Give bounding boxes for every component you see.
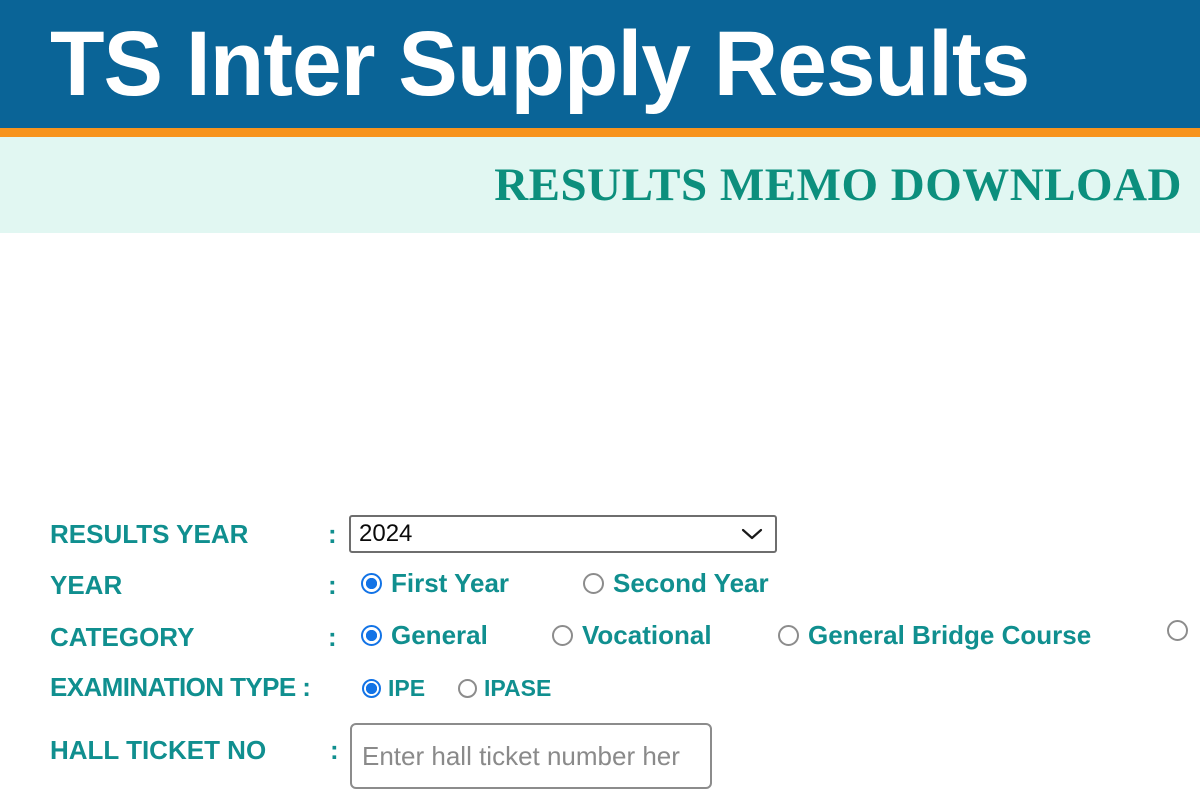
radio-dot-unselected-icon	[1167, 620, 1188, 641]
form-row-year: YEAR : First Year Second Year	[0, 568, 1200, 616]
form-row-examination-type: EXAMINATION TYPE : IPE IPASE	[0, 670, 1200, 718]
radio-category-general[interactable]: General	[361, 620, 488, 650]
radio-category-fourth-option[interactable]	[1167, 620, 1197, 641]
radio-label-ipe: IPE	[388, 675, 426, 701]
radio-label-general: General	[391, 620, 488, 650]
results-year-label: RESULTS YEAR	[50, 519, 249, 549]
radio-dot-unselected-icon	[552, 624, 573, 646]
results-year-selected-value: 2024	[359, 520, 413, 547]
radio-label-ipase: IPASE	[484, 675, 552, 701]
radio-dot-selected-icon	[362, 678, 381, 698]
radio-dot-selected-icon	[361, 572, 382, 594]
radio-label-general-bridge-course: General Bridge Course	[808, 620, 1092, 650]
chevron-down-icon	[741, 528, 763, 540]
hall-ticket-separator: :	[330, 735, 339, 765]
year-separator: :	[328, 570, 337, 600]
results-year-select[interactable]: 2024	[349, 515, 777, 553]
radio-label-first-year: First Year	[391, 568, 510, 598]
form-row-results-year: RESULTS YEAR : 2024	[0, 515, 1200, 565]
results-form: RESULTS YEAR : 2024 YEAR : First Year Se…	[0, 233, 1200, 789]
radio-dot-unselected-icon	[583, 572, 604, 594]
year-label: YEAR	[50, 570, 123, 600]
section-title: RESULTS MEMO DOWNLOAD	[494, 159, 1182, 211]
results-year-separator: :	[328, 519, 337, 549]
page-title: TS Inter Supply Results	[50, 13, 1030, 115]
results-memo-band: RESULTS MEMO DOWNLOAD	[0, 137, 1200, 233]
radio-exam-type-ipe[interactable]: IPE	[362, 673, 425, 703]
radio-dot-unselected-icon	[778, 624, 799, 646]
hall-ticket-input[interactable]: Enter hall ticket number her	[350, 723, 712, 789]
form-row-hall-ticket-no: HALL TICKET NO : Enter hall ticket numbe…	[0, 723, 1200, 789]
category-label: CATEGORY	[50, 622, 195, 652]
category-separator: :	[328, 622, 337, 652]
radio-year-second-year[interactable]: Second Year	[583, 568, 769, 598]
radio-exam-type-ipase[interactable]: IPASE	[458, 673, 551, 703]
radio-label-second-year: Second Year	[613, 568, 769, 598]
examination-type-label: EXAMINATION TYPE :	[50, 672, 311, 702]
hall-ticket-label: HALL TICKET NO	[50, 735, 267, 765]
radio-year-first-year[interactable]: First Year	[361, 568, 509, 598]
radio-label-vocational: Vocational	[582, 620, 712, 650]
hall-ticket-placeholder: Enter hall ticket number her	[362, 740, 680, 771]
radio-category-vocational[interactable]: Vocational	[552, 620, 712, 650]
radio-dot-selected-icon	[361, 624, 382, 646]
radio-dot-unselected-icon	[458, 678, 477, 698]
page-header-banner: TS Inter Supply Results	[0, 0, 1200, 137]
radio-category-general-bridge-course[interactable]: General Bridge Course	[778, 620, 1091, 650]
form-row-category: CATEGORY : General Vocational General Br…	[0, 620, 1200, 668]
